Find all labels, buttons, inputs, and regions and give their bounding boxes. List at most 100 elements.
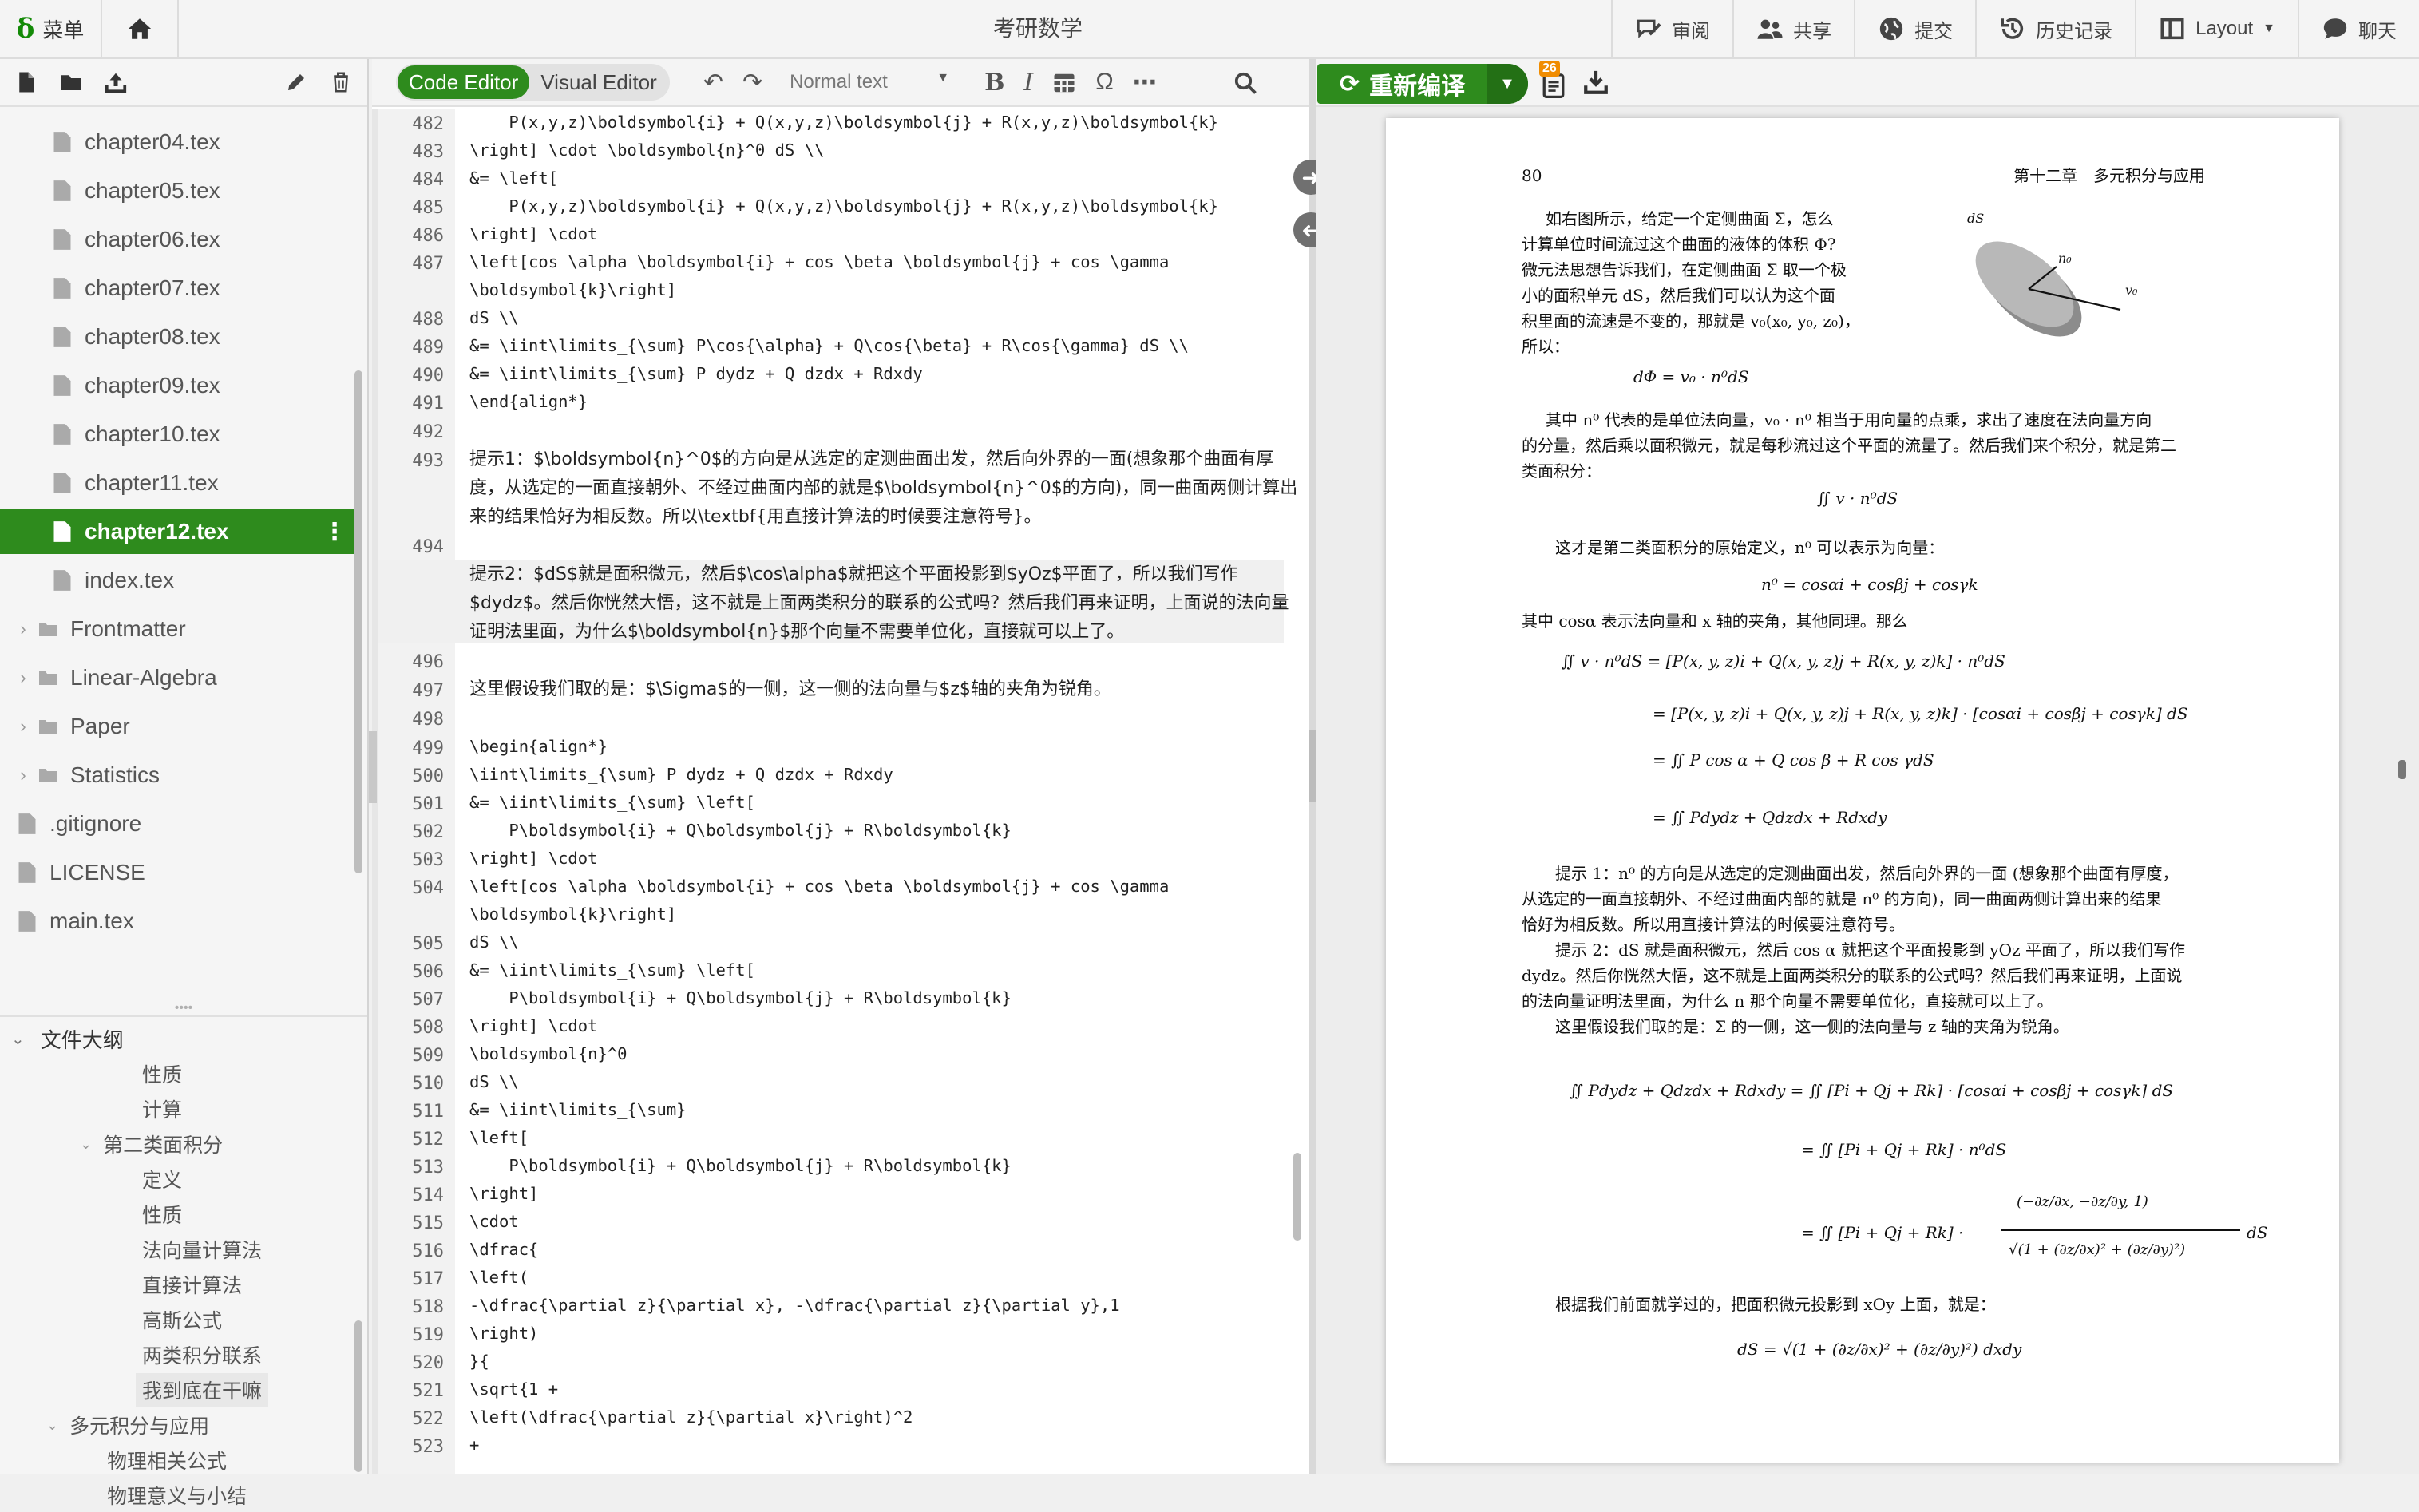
file-item-chapter08[interactable]: chapter08.tex — [0, 315, 359, 359]
chevron-down-icon[interactable]: ⌄ — [46, 1417, 58, 1434]
bold-icon[interactable]: B — [984, 69, 1004, 97]
outline-scrollbar[interactable] — [354, 1320, 362, 1472]
visual-editor-tab[interactable]: Visual Editor — [529, 65, 668, 99]
history-icon — [2001, 18, 2024, 39]
equation-chain2-line: = ∬ [Pi + Qj + Rk] · — [1801, 1223, 1964, 1242]
outline-item[interactable]: ⌄ 第二类面积分 — [80, 1127, 223, 1161]
file-item-chapter10[interactable]: chapter10.tex — [0, 412, 359, 457]
divider-collapse-handle[interactable] — [1309, 730, 1316, 802]
line-number: 504 — [412, 878, 444, 898]
home-icon — [128, 18, 152, 39]
file-item-chapter04[interactable]: chapter04.tex — [0, 120, 359, 164]
file-item-main[interactable]: main.tex — [0, 899, 359, 944]
text-style-select[interactable]: Normal text ▼ — [790, 71, 949, 93]
file-item-chapter06[interactable]: chapter06.tex — [0, 217, 359, 262]
outline-item-current[interactable]: 我到底在干嘛 — [136, 1373, 269, 1407]
download-pdf-button[interactable] — [1582, 69, 1613, 99]
new-file-icon[interactable] — [14, 70, 38, 94]
logs-button[interactable]: 26 — [1539, 61, 1571, 99]
equation-chain1-line: = ∬ P cos α + Q cos β + R cos γdS — [1653, 750, 1934, 770]
tip1-line: 提示 1：n⁰ 的方向是从选定的定测曲面出发，然后向外界的一面 (想象那个曲面有… — [1555, 864, 2179, 883]
file-item-index[interactable]: index.tex — [0, 558, 359, 603]
file-label: chapter09.tex — [85, 373, 220, 398]
italic-icon[interactable]: I — [1023, 69, 1033, 97]
equation-chain1-line: = ∬ Pdydz + Qdzdx + Rdxdy — [1653, 808, 1887, 827]
layout-button[interactable]: Layout ▼ — [2135, 0, 2298, 57]
code-line: \right] \cdot — [469, 1016, 598, 1035]
insert-table-icon[interactable] — [1052, 69, 1076, 96]
menu-button[interactable]: δ 菜单 — [0, 0, 102, 57]
line-number: 493 — [412, 451, 444, 471]
chevron-down-icon: ⌄ — [11, 1030, 25, 1048]
folder-icon — [39, 671, 57, 685]
sidebar-collapse-handle[interactable] — [369, 731, 377, 803]
recompile-options-chevron-icon[interactable]: ▼ — [1487, 64, 1528, 104]
recompile-button[interactable]: ⟳ 重新编译 ▼ — [1317, 64, 1528, 104]
code-editor-tab[interactable]: Code Editor — [398, 65, 530, 99]
file-item-chapter11[interactable]: chapter11.tex — [0, 461, 359, 505]
editor-scrollbar[interactable] — [1293, 1153, 1301, 1241]
chat-button[interactable]: 聊天 — [2298, 0, 2419, 57]
file-item-chapter07[interactable]: chapter07.tex — [0, 266, 359, 311]
para1-line: 积里面的流速是不变的，那就是 v₀(x₀, y₀, z₀)， — [1522, 311, 1860, 331]
search-icon[interactable] — [1233, 69, 1257, 96]
delete-trash-icon[interactable] — [329, 70, 353, 94]
outline-item[interactable]: 性质 — [142, 1197, 182, 1231]
new-folder-icon[interactable] — [59, 70, 83, 94]
outline-item[interactable]: 定义 — [142, 1162, 182, 1196]
submit-button[interactable]: 提交 — [1854, 0, 1975, 57]
chevron-down-icon[interactable]: ⌄ — [80, 1136, 92, 1153]
history-button[interactable]: 历史记录 — [1975, 0, 2135, 57]
line-number: 482 — [412, 114, 444, 134]
folder-item-linear-algebra[interactable]: › Linear-Algebra — [0, 655, 359, 700]
file-item-chapter05[interactable]: chapter05.tex — [0, 168, 359, 213]
folder-item-paper[interactable]: › Paper — [0, 704, 359, 749]
file-menu-kebab-icon[interactable]: ⋮ — [323, 518, 346, 546]
line-number: 522 — [412, 1409, 444, 1429]
outline-header[interactable]: ⌄ 文件大纲 — [0, 1015, 367, 1060]
file-icon — [18, 862, 36, 883]
outline-resize-handle[interactable]: •••• — [0, 1002, 367, 1015]
para2-line: 类面积分： — [1522, 461, 1601, 481]
file-item-chapter12[interactable]: chapter12.tex ⋮ — [0, 509, 359, 554]
more-options-icon[interactable]: ⋯ — [1133, 69, 1157, 97]
file-item-gitignore[interactable]: .gitignore — [0, 802, 359, 846]
code-area[interactable]: P(x,y,z)\boldsymbol{i} + Q(x,y,z)\boldsy… — [378, 109, 1297, 1474]
pane-divider[interactable] — [1309, 59, 1316, 1474]
outline-item-label: 高斯公式 — [142, 1310, 223, 1332]
para5: 这里假设我们取的是：Σ 的一侧，这一侧的法向量与 z 轴的夹角为锐角。 — [1555, 1017, 2069, 1036]
folder-item-frontmatter[interactable]: › Frontmatter — [0, 607, 359, 651]
file-item-license[interactable]: LICENSE — [0, 850, 359, 895]
logs-count-badge: 26 — [1539, 61, 1560, 77]
share-button[interactable]: 共享 — [1732, 0, 1854, 57]
pdf-page[interactable]: 80 第十二章 多元积分与应用 如右图所示，给定一个定侧曲面 Σ，怎么 计算单位… — [1386, 118, 2339, 1463]
file-item-chapter09[interactable]: chapter09.tex — [0, 363, 359, 408]
equation-dphi: dΦ = v₀ · n⁰dS — [1633, 367, 1749, 386]
project-title[interactable]: 考研数学 — [719, 0, 1357, 57]
pdf-scrollbar[interactable] — [2398, 760, 2406, 779]
chevron-down-icon: ▼ — [936, 71, 950, 85]
home-button[interactable] — [102, 0, 179, 57]
chevron-right-icon: › — [20, 765, 26, 785]
undo-icon[interactable]: ↶ — [703, 69, 723, 97]
editor-mode-toggle[interactable]: Code Editor Visual Editor — [396, 64, 670, 101]
rename-pencil-icon[interactable] — [284, 70, 308, 94]
file-tree-scrollbar[interactable] — [354, 370, 362, 873]
outline-item[interactable]: 高斯公式 — [142, 1303, 222, 1336]
file-tree-toolbar — [0, 59, 367, 107]
outline-item[interactable]: 直接计算法 — [142, 1268, 242, 1301]
outline-item[interactable]: 物理相关公式 — [107, 1443, 227, 1477]
redo-icon[interactable]: ↷ — [742, 69, 762, 97]
insert-symbol-omega-icon[interactable]: Ω — [1095, 69, 1113, 96]
outline-item[interactable]: 法向量计算法 — [142, 1233, 262, 1266]
line-number: 521 — [412, 1381, 444, 1401]
outline-item[interactable]: ⌄ 多元积分与应用 — [46, 1408, 209, 1442]
line-number: 483 — [412, 142, 444, 162]
outline-item[interactable]: 物理意义与小结 — [107, 1478, 247, 1512]
outline-item[interactable]: 性质 — [142, 1057, 182, 1090]
folder-item-statistics[interactable]: › Statistics — [0, 753, 359, 798]
upload-icon[interactable] — [104, 70, 128, 94]
outline-item[interactable]: 两类积分联系 — [142, 1338, 262, 1371]
outline-item[interactable]: 计算 — [142, 1092, 182, 1126]
review-button[interactable]: 审阅 — [1611, 0, 1732, 57]
